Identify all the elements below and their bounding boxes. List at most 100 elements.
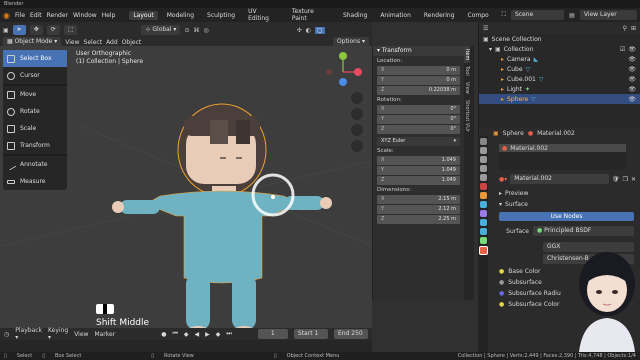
scale-mode-button[interactable]: ⬚ [63, 25, 78, 35]
location-x-field[interactable]: X 0 m [377, 66, 460, 75]
workspace-tab-rendering[interactable]: Rendering [420, 11, 459, 20]
scale-z-field[interactable]: Z 1.049 [377, 176, 460, 185]
outliner-item-cube[interactable]: ▸ Cube ▽ 👁 [479, 64, 640, 74]
outliner-new-collection-icon[interactable]: ⊞ [631, 25, 640, 32]
dimensions-z-field[interactable]: Z 2.25 m [377, 215, 460, 224]
outliner-item-camera[interactable]: ▸ Camera ◣ 👁 [479, 54, 640, 64]
timeline-editor-icon[interactable]: ◷ [4, 331, 9, 338]
menu-edit[interactable]: Edit [30, 12, 42, 19]
editor-type-icon[interactable]: ▣ [3, 27, 9, 34]
menu-add[interactable]: Add [106, 39, 118, 46]
outliner-item-cube-001[interactable]: ▸ Cube.001 ▽ 👁 [479, 74, 640, 84]
particles-props-icon[interactable] [479, 210, 487, 217]
ortho-grid-icon[interactable] [351, 140, 363, 152]
unlink-close-icon[interactable]: ✕ [631, 176, 636, 183]
record-icon[interactable]: ● [161, 331, 166, 338]
tool-props-icon[interactable] [479, 138, 487, 145]
use-nodes-button[interactable]: Use Nodes [499, 212, 634, 221]
outliner-filter-icon[interactable]: ⚲ [623, 25, 627, 32]
xray-icon[interactable]: ▢ [315, 26, 325, 34]
snap-icon[interactable]: ⌘ [193, 27, 199, 34]
material-slot-list[interactable]: ● Material.002 [499, 144, 626, 170]
gizmo-x-axis-icon[interactable] [354, 68, 362, 76]
dimensions-x-field[interactable]: X 2.15 m [377, 195, 460, 204]
play-reverse-icon[interactable]: ◀ [194, 331, 199, 338]
duplicate-icon[interactable]: ❐ [623, 176, 628, 183]
tab-item[interactable]: Item [464, 46, 470, 64]
transform-panel-header[interactable]: ▾ Transform [373, 46, 464, 56]
end-frame-field[interactable]: End 250 [333, 329, 368, 339]
gizmo-z-axis-icon[interactable] [339, 52, 347, 60]
prev-keyframe-icon[interactable]: ◆ [184, 331, 189, 338]
camera-view-icon[interactable] [351, 124, 363, 136]
overlay-icon[interactable]: ◐ [306, 27, 311, 34]
tab-shortcut-vur[interactable]: Shortcut VUr [464, 97, 470, 135]
scale-x-field[interactable]: X 1.049 [377, 156, 460, 165]
data-props-icon[interactable] [479, 237, 487, 244]
eye-icon[interactable]: 👁 [628, 96, 640, 103]
move-mode-button[interactable]: ✥ [29, 25, 43, 35]
eye-icon[interactable]: 👁 [628, 46, 640, 53]
expand-chevron-icon[interactable]: ▾ [489, 46, 492, 53]
material-browse-icon[interactable]: ●▾ [499, 176, 507, 183]
eye-icon[interactable]: 👁 [628, 56, 640, 63]
surface-shader-field[interactable]: ● Principled BSDF [533, 226, 634, 236]
menu-view[interactable]: View [65, 39, 79, 46]
scale-y-field[interactable]: Y 1.049 [377, 166, 460, 175]
physics-props-icon[interactable] [479, 219, 487, 226]
tool-cursor[interactable]: Cursor [3, 67, 67, 84]
object-props-icon[interactable] [479, 192, 487, 199]
next-keyframe-icon[interactable]: ◆ [216, 331, 221, 338]
material-slot[interactable]: ● Material.002 [499, 144, 626, 152]
tool-annotate[interactable]: Annotate [3, 156, 67, 173]
location-z-field[interactable]: Z 0.22038 m [377, 86, 460, 95]
material-props-icon[interactable] [478, 246, 488, 255]
outliner-editor-icon[interactable]: ☰ [483, 25, 488, 32]
pivot-icon[interactable]: ⊙ [184, 27, 189, 34]
preview-section-header[interactable]: ▸ Preview [499, 190, 636, 197]
scene-selector[interactable]: Scene [510, 10, 565, 20]
pan-hand-icon[interactable] [351, 108, 363, 120]
transform-orientation-dropdown[interactable]: ⊹ Global ▾ [141, 25, 181, 35]
workspace-tab-sculpting[interactable]: Sculpting [203, 11, 239, 20]
scene-props-icon[interactable] [479, 174, 487, 181]
menu-object[interactable]: Object [122, 39, 142, 46]
pointer-tool-button[interactable]: ➤ [12, 25, 26, 35]
zoom-icon[interactable] [351, 92, 363, 104]
menu-marker[interactable]: Marker [94, 331, 115, 338]
world-props-icon[interactable] [479, 183, 487, 190]
tool-scale[interactable]: Scale [3, 120, 67, 137]
blender-logo-icon[interactable]: ◉ [3, 11, 10, 20]
start-frame-field[interactable]: Start 1 [293, 329, 328, 339]
workspace-tab-uv-editing[interactable]: UV Editing [244, 7, 283, 23]
workspace-tab-animation[interactable]: Animation [376, 11, 415, 20]
menu-file[interactable]: File [15, 12, 25, 19]
rotation-y-field[interactable]: Y 0° [377, 115, 460, 124]
tab-view[interactable]: View [464, 79, 470, 97]
gizmo-neg-x-icon[interactable] [326, 69, 332, 75]
menu-window[interactable]: Window [73, 12, 97, 19]
output-props-icon[interactable] [479, 156, 487, 163]
workspace-tab-compositing[interactable]: Compo [464, 11, 493, 20]
menu-help[interactable]: Help [102, 12, 116, 19]
tool-select-box[interactable]: Select Box [3, 50, 67, 67]
rotate-mode-button[interactable]: ⟳ [46, 25, 60, 35]
surface-section-header[interactable]: ▾ Surface [499, 201, 636, 208]
rotation-z-field[interactable]: Z 0° [377, 125, 460, 134]
workspace-tab-layout[interactable]: Layout [129, 10, 158, 20]
tool-rotate[interactable]: Rotate [3, 103, 67, 120]
eye-icon[interactable]: 👁 [628, 76, 640, 83]
workspace-tab-modeling[interactable]: Modeling [163, 11, 198, 20]
rotation-mode-dropdown[interactable]: XYZ Euler ▾ [377, 137, 460, 146]
gizmo-icon[interactable]: ✣ [297, 27, 302, 34]
location-y-field[interactable]: Y 0 m [377, 76, 460, 85]
view-layer-selector[interactable]: View Layer [579, 10, 638, 20]
timeline-strip[interactable] [0, 340, 372, 352]
eye-icon[interactable]: 👁 [628, 86, 640, 93]
menu-playback[interactable]: Playback ▾ [15, 327, 42, 341]
navigation-gizmo[interactable] [326, 52, 362, 86]
rotation-x-field[interactable]: X 0° [377, 105, 460, 114]
workspace-tab-shading[interactable]: Shading [339, 11, 371, 20]
checkbox-icon[interactable]: ☑ [620, 46, 625, 53]
current-frame-field[interactable]: 1 [257, 329, 288, 339]
